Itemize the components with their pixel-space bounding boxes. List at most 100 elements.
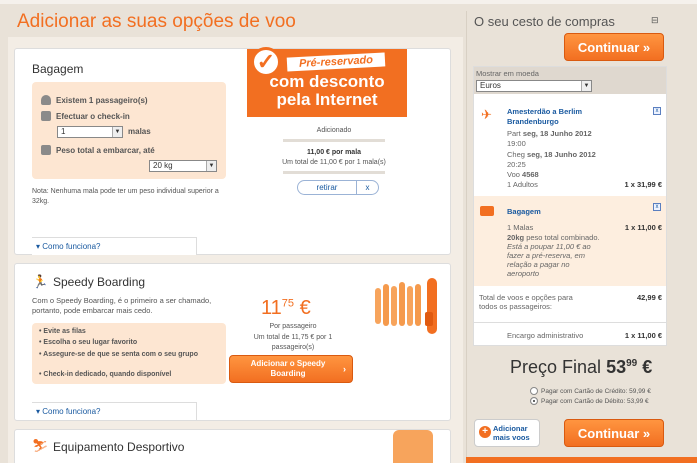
bags-value: 1 [61, 127, 66, 136]
remove-x-button[interactable]: x [356, 181, 378, 194]
pay-debit-option[interactable]: Pagar com Cartão de Débito: 53,99 € [530, 397, 649, 405]
price-int: 11 [261, 297, 282, 319]
bags-unit: malas [128, 127, 151, 136]
currency-select[interactable]: Euros ▼ [476, 80, 592, 92]
departure: Part seg, 18 Junho 2012 [507, 129, 592, 138]
benefit-text: Evite as filas [43, 328, 86, 335]
pay-credit-label: Pagar com Cartão de Crédito: 59,99 € [541, 387, 651, 395]
final-dec: 99 [626, 358, 638, 369]
speedy-intro: Com o Speedy Boarding, é o primeiro a se… [32, 296, 212, 315]
bag-desc: 20kg peso total combinado. [507, 233, 600, 242]
baggage-title: Bagagem [32, 62, 84, 76]
sports-illustration [393, 430, 433, 463]
how-link-text: Como funciona? [42, 242, 101, 251]
baggage-note: Nota: Nenhuma mala pode ter um peso indi… [32, 188, 219, 205]
cart-title: O seu cesto de compras [474, 14, 615, 29]
sports-panel: ⛷ Equipamento Desportivo [14, 429, 451, 463]
weight-value: 20 kg [153, 161, 173, 170]
admin-value: 1 x 11,00 € [624, 331, 662, 340]
price-total: Um total de 11,00 € por 1 mala(s) [282, 159, 386, 166]
add-more-flights-button[interactable]: + Adicionar mais voos [474, 419, 540, 447]
runner-icon: 🏃 [32, 274, 49, 289]
bags-select[interactable]: 1 ▼ [57, 126, 123, 138]
total-value: 42,99 € [636, 293, 662, 302]
double-chevron-icon: » [642, 39, 651, 55]
collapse-icon[interactable]: ⊟ [651, 15, 659, 26]
sports-icon: ⛷ [32, 438, 49, 453]
admin-label: Encargo administrativo [507, 331, 584, 340]
add-speedy-label: Adicionar o Speedy Boarding [250, 359, 326, 378]
chevron-down-icon: ▼ [581, 81, 591, 91]
speedy-panel: 🏃 Speedy Boarding Com o Speedy Boarding,… [14, 263, 451, 421]
flight-label: Voo [507, 170, 520, 179]
remove-control: retirar x [297, 180, 379, 195]
benefit-text: Escolha o seu lugar favorito [43, 339, 138, 346]
added-label: Adicionado [316, 127, 352, 134]
pay-credit-option[interactable]: Pagar com Cartão de Crédito: 59,99 € [530, 387, 651, 395]
flight-route: Amesterdão a Berlim Brandenburgo [507, 107, 583, 126]
remove-button[interactable]: retirar [298, 183, 356, 192]
add-more-line2: mais voos [493, 433, 530, 442]
continue-button-top[interactable]: Continuar » [564, 33, 664, 61]
suitcase-icon [41, 111, 51, 121]
flight-number: Voo 4568 [507, 170, 539, 179]
bag-qty: 1 Malas [507, 223, 534, 232]
radio-credit[interactable] [530, 387, 538, 395]
prebooked-stamp: Pré-reservado [286, 52, 386, 72]
divider [283, 171, 385, 174]
benefit-item: • Evite as filas [39, 328, 86, 335]
continue-label: Continuar [577, 39, 640, 55]
promo-line1: com desconto [269, 72, 385, 91]
passengers-text: Existem 1 passageiro(s) [56, 95, 148, 105]
per-passenger: Por passageiro [269, 323, 317, 330]
page-title: Adicionar as suas opções de voo [17, 11, 296, 32]
add-speedy-button[interactable]: Adicionar o Speedy Boarding › [229, 355, 353, 383]
arr-label: Cheg [507, 150, 525, 159]
benefit-text: Assegure-se de que se senta com o seu gr… [43, 351, 198, 358]
radio-debit[interactable] [530, 397, 538, 405]
checkin-label: Efectuar o check-in [56, 111, 130, 121]
chevron-right-icon: › [343, 364, 346, 374]
final-currency: € [642, 357, 653, 377]
weight-select[interactable]: 20 kg ▼ [149, 160, 217, 172]
plane-icon: ✈ [481, 107, 492, 122]
checkin-row: Efectuar o check-in [41, 111, 130, 121]
weight-label: Peso total a embarcar, até [56, 145, 155, 155]
double-chevron-icon: » [642, 425, 651, 441]
sports-title: Equipamento Desportivo [53, 440, 185, 454]
top-strip [0, 0, 697, 4]
suitcase-icon [480, 206, 494, 216]
weight-icon [41, 145, 51, 155]
total-label: Total de voos e opções para todos os pas… [479, 293, 573, 311]
remove-flight-button[interactable]: x [653, 107, 661, 115]
bag-qty-price: 1 x 11,00 € [624, 223, 662, 232]
how-it-works-link[interactable]: ▾ Como funciona? [32, 402, 197, 420]
how-it-works-link[interactable]: ▾ Como funciona? [32, 237, 197, 255]
currency-value: Euros [480, 81, 501, 90]
price-currency: € [299, 297, 311, 319]
continue-label: Continuar [577, 425, 640, 441]
remove-bag-button[interactable]: x [653, 203, 661, 211]
queue-illustration [373, 270, 445, 340]
continue-button-bottom[interactable]: Continuar » [564, 419, 664, 447]
benefit-item: • Check-in dedicado, quando disponível [39, 371, 172, 378]
passengers-row: Existem 1 passageiro(s) [41, 95, 148, 105]
arr-date: seg, 18 Junho 2012 [527, 150, 596, 159]
price-per-bag: 11,00 € por mala [306, 149, 362, 156]
pay-debit-label: Pagar com Cartão de Débito: 53,99 € [541, 397, 649, 405]
cart-bag-title: Bagagem [507, 207, 541, 216]
final-price: Preço Final 5399 € [510, 357, 652, 378]
speedy-total: Um total de 11,75 € por 1 passageiro(s) [253, 334, 333, 351]
currency-label: Mostrar em moeda [476, 69, 539, 78]
baggage-panel: Bagagem Existem 1 passageiro(s) Efectuar… [14, 47, 451, 255]
how-link-text: Como funciona? [42, 407, 101, 416]
dep-time: 19:00 [507, 139, 526, 148]
dep-date: seg, 18 Junho 2012 [522, 129, 592, 138]
speedy-price: 1175 € [261, 297, 311, 320]
benefit-text: Check-in dedicado, quando disponível [43, 371, 172, 378]
pax-price: 1 x 31,99 € [624, 180, 662, 189]
flight-no: 4568 [522, 170, 539, 179]
promo-line2: pela Internet [276, 90, 378, 109]
person-icon [41, 95, 51, 105]
price-dec: 75 [281, 297, 295, 310]
